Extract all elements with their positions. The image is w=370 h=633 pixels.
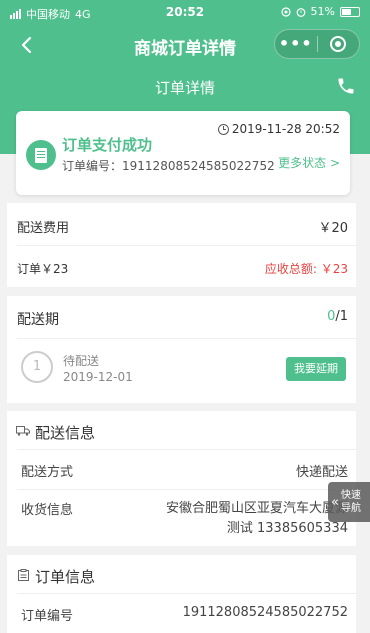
order-number-label: 订单编号： (62, 159, 123, 173)
delivery-fee-value: ￥20 (318, 221, 348, 236)
receiver-label: 收货信息 (21, 503, 74, 518)
delivery-method-label: 配送方式 (21, 465, 74, 480)
receiver-address: 安徽合肥蜀山区亚夏汽车大厦源 (165, 501, 348, 516)
close-mini-program-button[interactable] (318, 36, 360, 52)
status-order-number: 订单编号：19112808524585022752 (62, 157, 275, 174)
order-status-card: 2019-11-28 20:52 订单支付成功 订单编号：19112808524… (16, 111, 350, 195)
order-number-row: 订单编号 19112808524585022752 (21, 605, 348, 624)
receiver-info: 安徽合肥蜀山区亚夏汽车大厦源 测试 13385605334 (166, 499, 348, 539)
delivery-info-title: 配送信息 (35, 424, 96, 442)
fees-card: 配送费用 ￥20 订单￥23 应收总额: ￥23 (7, 203, 356, 287)
receiver-contact: 测试 13385605334 (226, 521, 348, 536)
extend-button[interactable]: 我要延期 (286, 357, 346, 381)
order-number-value: 19112808524585022752 (122, 159, 275, 173)
order-info-card: 订单信息 订单编号 19112808524585022752 (7, 555, 356, 633)
divider (17, 245, 356, 246)
order-info-title: 订单信息 (35, 568, 96, 586)
period-total: /1 (335, 309, 348, 324)
more-status-link[interactable]: 更多状态 > (278, 154, 340, 171)
delivery-fee-label: 配送费用 (17, 221, 70, 236)
battery-percent: 51% (310, 5, 335, 18)
battery-icon (340, 6, 360, 17)
delivery-fee-row: 配送费用 ￥20 (17, 217, 348, 236)
quick-nav-label: 快速 导航 (341, 489, 361, 515)
step-status: 待配送 (63, 354, 100, 368)
order-number-row-value: 19112808524585022752 (182, 605, 348, 620)
status-datetime: 2019-11-28 20:52 (231, 122, 340, 136)
alarm-icon (296, 7, 305, 17)
more-menu-icon[interactable]: ••• (275, 30, 317, 58)
period-title: 配送期 (17, 312, 59, 328)
header-subtitle: 订单详情 (154, 79, 215, 97)
receivable-label: 应收总额: (264, 262, 317, 276)
nav-bar: 商城订单详情 ••• (0, 24, 370, 66)
mini-program-capsule: ••• (274, 29, 360, 59)
divider (17, 593, 356, 594)
delivery-method-value: 快递配送 (295, 465, 348, 480)
delivery-info-card: 配送信息 配送方式 快递配送 收货信息 安徽合肥蜀山区亚夏汽车大厦源 测试 13… (7, 411, 356, 546)
receivable-total: 应收总额: ￥23 (265, 260, 348, 277)
divider (17, 489, 356, 490)
quick-nav-button[interactable]: « 快速 导航 (328, 482, 370, 522)
location-icon (280, 6, 291, 17)
total-row: 订单￥23 应收总额: ￥23 (17, 260, 348, 277)
target-circle-icon (330, 36, 347, 52)
order-number-row-label: 订单编号 (21, 609, 74, 624)
clock-icon (217, 123, 229, 135)
receiver-row: 收货信息 安徽合肥蜀山区亚夏汽车大厦源 测试 13385605334 (21, 499, 348, 536)
period-count: 0/1 (327, 309, 348, 324)
clipboard-icon (18, 569, 29, 581)
step-number: 1 (21, 351, 53, 383)
quick-nav-line1: 快速 (340, 490, 361, 501)
divider (17, 338, 356, 339)
delivery-period-card: 配送期 0/1 1 待配送 2019-12-01 我要延期 (7, 296, 356, 403)
double-chevron-left-icon: « (331, 494, 339, 510)
phone-icon[interactable] (336, 76, 356, 96)
truck-icon (16, 426, 30, 436)
payment-status: 订单支付成功 (62, 136, 153, 154)
receivable-value: ￥23 (320, 262, 348, 276)
delivery-method-row: 配送方式 快递配送 (21, 461, 348, 480)
step-date: 2019-12-01 (63, 370, 133, 384)
divider (17, 449, 356, 450)
order-amount: 订单￥23 (17, 262, 69, 276)
quick-nav-line2: 导航 (340, 503, 361, 514)
status-right: 51% (280, 5, 360, 18)
status-bar: 中国移动 4G 20:52 51% (0, 0, 370, 24)
status-time: 2019-11-28 20:52 (217, 122, 340, 136)
document-icon (26, 140, 56, 170)
